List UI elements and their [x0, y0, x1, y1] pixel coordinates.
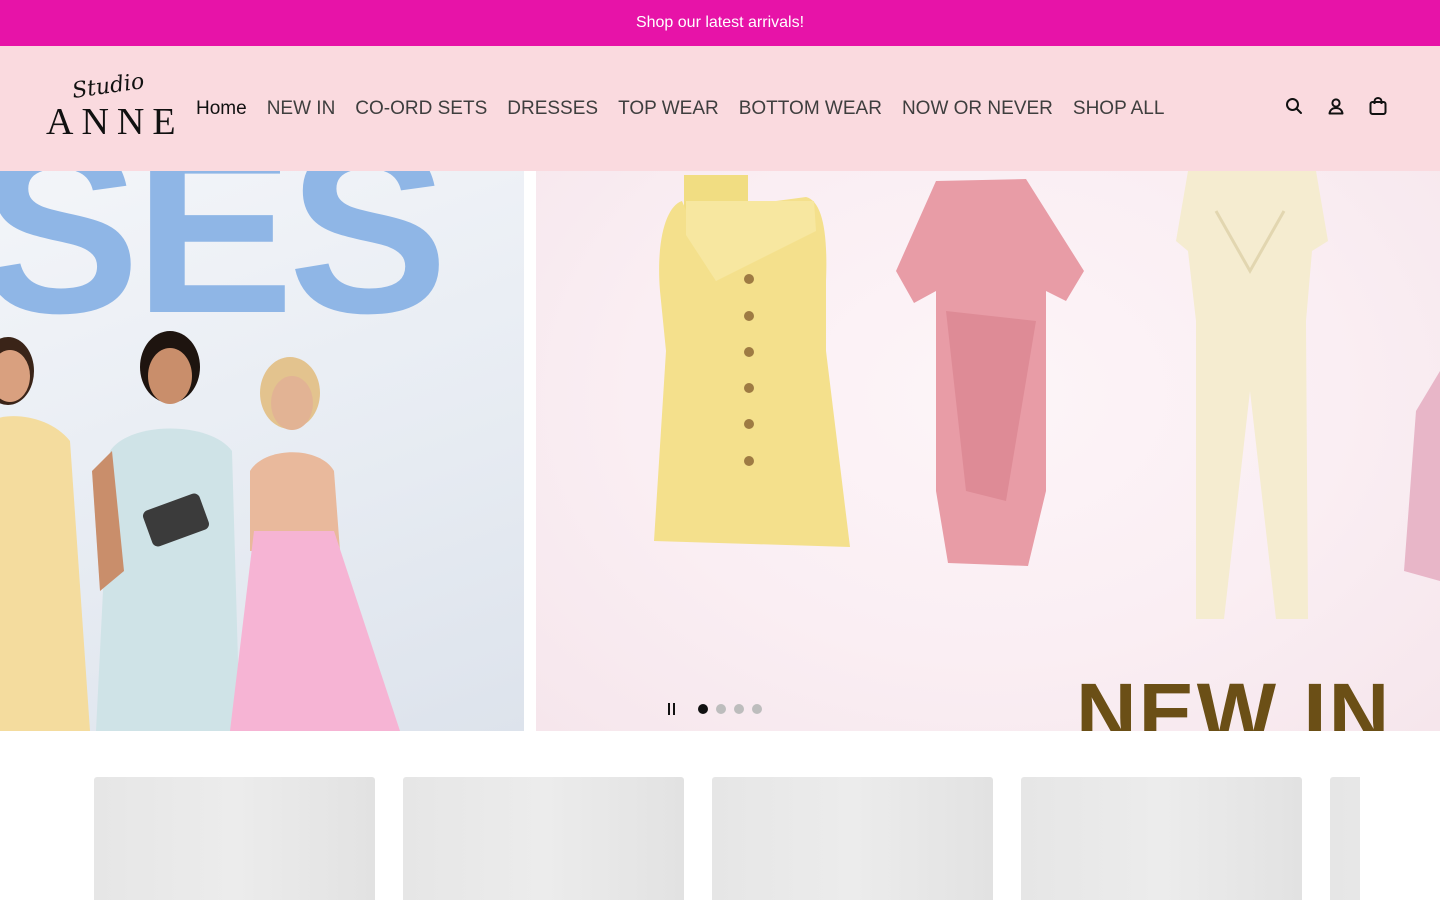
nav-now-or-never[interactable]: NOW OR NEVER [902, 98, 1053, 120]
search-icon[interactable] [1284, 96, 1304, 116]
garments-illustration [654, 171, 1440, 619]
slideshow-controls [664, 701, 762, 717]
main-nav: Home NEW IN CO-ORD SETS DRESSES TOP WEAR… [196, 46, 1164, 171]
slide-dots [698, 704, 762, 714]
account-icon[interactable] [1326, 96, 1346, 116]
brand-logo[interactable]: Studio ANNE [46, 69, 176, 143]
product-card-placeholder[interactable] [712, 777, 993, 900]
announcement-text[interactable]: Shop our latest arrivals! [636, 14, 804, 32]
announcement-bar: Shop our latest arrivals! [0, 0, 1440, 46]
product-card-placeholder[interactable] [1330, 777, 1360, 900]
site-header: Studio ANNE Home NEW IN CO-ORD SETS DRES… [0, 46, 1440, 171]
logo-word: ANNE [46, 101, 184, 143]
nav-co-ord-sets[interactable]: CO-ORD SETS [355, 98, 487, 120]
cart-icon[interactable] [1368, 96, 1388, 116]
product-card-placeholder[interactable] [1021, 777, 1302, 900]
slide-dot-1[interactable] [698, 704, 708, 714]
nav-shop-all[interactable]: SHOP ALL [1073, 98, 1165, 120]
nav-home[interactable]: Home [196, 98, 247, 120]
slide-heading: NEW IN [1076, 666, 1392, 731]
nav-dresses[interactable]: DRESSES [507, 98, 598, 120]
product-carousel [94, 777, 1360, 900]
nav-new-in[interactable]: NEW IN [267, 98, 336, 120]
slide-dot-2[interactable] [716, 704, 726, 714]
hero-slideshow: SES NEW IN [0, 171, 1440, 731]
logo-script: Studio [70, 69, 146, 104]
slide-dot-4[interactable] [752, 704, 762, 714]
header-actions [1284, 96, 1388, 116]
product-card-placeholder[interactable] [403, 777, 684, 900]
models-illustration [0, 331, 400, 731]
nav-top-wear[interactable]: TOP WEAR [618, 98, 719, 120]
hero-slide-dresses[interactable]: SES [0, 171, 524, 731]
slide-dot-3[interactable] [734, 704, 744, 714]
pause-icon[interactable] [664, 701, 680, 717]
product-card-placeholder[interactable] [94, 777, 375, 900]
nav-bottom-wear[interactable]: BOTTOM WEAR [739, 98, 882, 120]
hero-slide-new-in[interactable]: NEW IN [536, 171, 1440, 731]
